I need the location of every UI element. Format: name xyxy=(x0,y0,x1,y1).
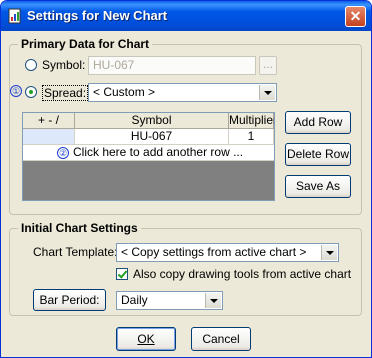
grid-header-operator[interactable]: + - / xyxy=(23,113,75,129)
table-row[interactable]: HU-067 1 xyxy=(23,129,274,145)
bar-period-button[interactable]: Bar Period: xyxy=(33,289,106,311)
settings-dialog: Settings for New Chart ✕ Primary Data fo… xyxy=(0,0,372,358)
grid-header-symbol[interactable]: Symbol xyxy=(75,113,229,129)
spread-radio-dot xyxy=(29,90,33,94)
callout-1-badge: ① xyxy=(10,85,22,97)
add-row-placeholder-row[interactable]: ② Click here to add another row ... xyxy=(23,145,274,161)
checkmark-icon xyxy=(117,268,128,279)
grid-header-row: + - / Symbol Multiplier xyxy=(23,113,274,129)
symbol-radio[interactable] xyxy=(25,59,37,71)
cancel-button[interactable]: Cancel xyxy=(191,327,251,351)
copy-drawing-tools-label[interactable]: Also copy drawing tools from active char… xyxy=(133,267,351,281)
spread-radio[interactable] xyxy=(25,86,37,98)
symbol-input[interactable]: HU-067 xyxy=(88,56,256,75)
symbol-label: Symbol: xyxy=(42,58,86,72)
delete-row-button[interactable]: Delete Row xyxy=(285,143,351,166)
title-bar[interactable]: Settings for New Chart ✕ xyxy=(1,1,371,31)
add-row-button[interactable]: Add Row xyxy=(285,111,351,134)
grid-cell-symbol[interactable]: HU-067 xyxy=(75,129,229,145)
save-as-button[interactable]: Save As xyxy=(285,175,351,198)
chart-settings-icon xyxy=(8,8,21,24)
window-title: Settings for New Chart xyxy=(27,8,168,23)
grid-header-multiplier[interactable]: Multiplier xyxy=(229,113,274,129)
grid-cell-operator[interactable] xyxy=(23,129,75,145)
grid-cell-multiplier[interactable]: 1 xyxy=(229,129,274,145)
chart-template-label: Chart Template: xyxy=(33,245,118,259)
chevron-down-icon[interactable] xyxy=(321,245,337,260)
bar-period-value: Daily xyxy=(121,293,148,307)
initial-settings-legend: Initial Chart Settings xyxy=(18,221,141,235)
ok-button-label: OK xyxy=(137,332,155,346)
primary-data-legend: Primary Data for Chart xyxy=(18,37,153,51)
spread-grid[interactable]: + - / Symbol Multiplier HU-067 1 ② Click… xyxy=(22,112,275,201)
spread-select[interactable]: < Custom > xyxy=(88,83,277,102)
copy-drawing-tools-checkbox[interactable] xyxy=(116,268,128,280)
add-row-placeholder-text: Click here to add another row ... xyxy=(73,145,244,159)
add-row-placeholder[interactable]: ② Click here to add another row ... xyxy=(23,145,274,161)
close-button[interactable]: ✕ xyxy=(345,6,366,27)
bar-period-select[interactable]: Daily xyxy=(116,291,223,310)
chart-template-select[interactable]: < Copy settings from active chart > xyxy=(116,243,339,262)
ok-button[interactable]: OK xyxy=(116,327,176,351)
callout-2-badge: ② xyxy=(57,147,69,159)
chevron-down-icon[interactable] xyxy=(259,85,275,100)
symbol-browse-button[interactable]: ... xyxy=(259,56,277,75)
spread-select-value: < Custom > xyxy=(93,85,156,99)
chevron-down-icon[interactable] xyxy=(205,293,221,308)
spread-label: Spread: xyxy=(42,85,89,101)
cancel-button-label: Cancel xyxy=(202,332,240,346)
chart-template-value: < Copy settings from active chart > xyxy=(121,245,307,259)
